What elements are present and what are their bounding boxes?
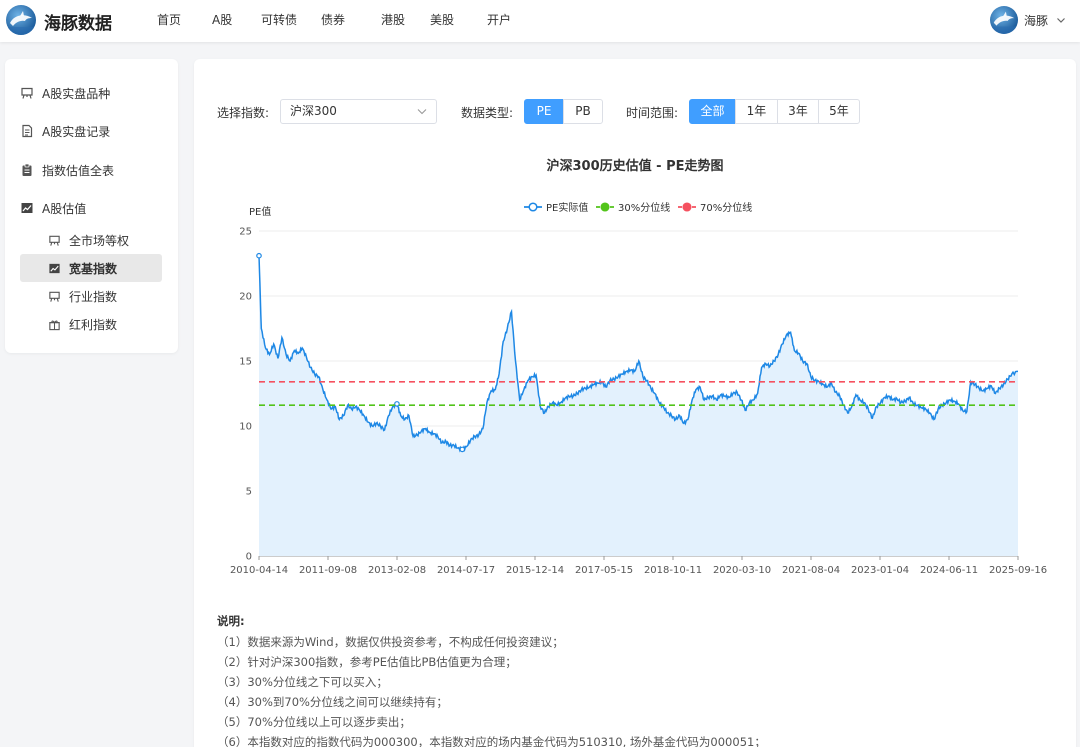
chart-legend: PE实际值 30%分位线 70%分位线 [524, 201, 752, 214]
time-range-button-3[interactable]: 3年 [777, 99, 819, 124]
pe-trend-chart: 沪深300历史估值 - PE走势图 PE实际值 30%分位线 70%分位线 PE值 0 5 1… [230, 158, 1047, 576]
data-type-label: 数据类型: [461, 106, 514, 120]
data-type-toggle: PE PB [524, 99, 603, 124]
sidebar-item-3[interactable]: 指数估值全表 [20, 155, 170, 185]
note-line: （6）本指数对应的指数代码为000300，本指数对应的场内基金代码为510310… [217, 735, 766, 747]
sidebar-item-label: A股估值 [42, 201, 87, 216]
note-line: （5）70%分位线以上可以逐步卖出； [217, 715, 411, 729]
index-select[interactable]: 沪深300 [280, 99, 437, 124]
x-tick-label: 2014-07-17 [437, 565, 495, 576]
easel-icon [21, 87, 33, 99]
time-range-toggle: 全部 1年 3年 5年 [689, 99, 860, 124]
note-line: （3）30%分位线之下可以买入； [217, 675, 388, 689]
top-bar: 海豚数据 首页 A股 可转债 债券 港股 美股 开户 海豚 [0, 0, 1080, 42]
data-type-button-1[interactable]: PE [524, 99, 564, 124]
sidebar-item-2[interactable]: A股实盘记录 [20, 116, 170, 146]
sidebar-item-label: A股实盘记录 [42, 124, 111, 139]
main-panel: 选择指数: 沪深300 数据类型: PE PB 时间范围: 全部 1年 3年 5年 沪深… [194, 59, 1076, 747]
x-tick-label: 2021-08-04 [782, 565, 840, 576]
chevron-down-icon [417, 109, 427, 115]
note-line: （2）针对沪深300指数，参考PE估值比PB估值更为合理； [217, 655, 517, 669]
x-tick-label: 2020-03-10 [713, 565, 771, 576]
legend-label: 30%分位线 [618, 201, 670, 214]
document-icon [22, 124, 33, 138]
sidebar-subitem-3[interactable]: 行业指数 [20, 282, 162, 310]
sidebar-item-label: A股实盘品种 [42, 86, 111, 101]
x-tick-label: 2017-05-15 [575, 565, 633, 576]
sidebar-subitem-label: 全市场等权 [69, 233, 130, 248]
easel-icon [49, 291, 60, 302]
dolphin-logo-icon[interactable] [6, 5, 36, 35]
sidebar-subitem-1[interactable]: 全市场等权 [20, 226, 162, 254]
x-tick-label: 2015-12-14 [506, 565, 564, 576]
line-chart-icon [21, 203, 33, 213]
pe-data-point[interactable] [256, 252, 262, 259]
note-line: （1）数据来源为Wind，数据仅供投资参考，不构成任何投资建议； [217, 635, 564, 649]
x-tick-label: 2011-09-08 [299, 565, 357, 576]
y-tick-label: 0 [246, 552, 252, 563]
y-tick-label: 15 [239, 357, 252, 368]
time-range-button-2[interactable]: 1年 [735, 99, 778, 124]
sidebar: A股实盘品种 A股实盘记录 指数估值全表 A股估值全市场等权宽基指数行业指数红利指数 [5, 59, 178, 353]
sidebar-subitem-label: 红利指数 [69, 317, 118, 332]
sidebar-subitem-label: 行业指数 [69, 289, 118, 304]
user-name[interactable]: 海豚 [1024, 12, 1048, 29]
y-axis-label: PE值 [249, 205, 271, 218]
time-range-button-1[interactable]: 全部 [689, 99, 736, 124]
y-tick-label: 10 [239, 422, 252, 433]
pe-data-point[interactable] [459, 446, 466, 453]
legend-70-percentile[interactable]: 70%分位线 [678, 201, 752, 214]
legend-30-percentile[interactable]: 30%分位线 [596, 201, 670, 214]
line-chart-icon [49, 263, 60, 273]
sidebar-item-1[interactable]: A股实盘品种 [20, 78, 170, 108]
note-line: （4）30%到70%分位线之间可以继续持有； [217, 695, 448, 709]
gift-icon [49, 320, 60, 330]
time-range-button-4[interactable]: 5年 [818, 99, 860, 124]
legend-pe-actual[interactable]: PE实际值 [524, 201, 588, 214]
main-nav: 首页 A股 可转债 债券 港股 美股 开户 [157, 0, 527, 42]
clipboard-icon [22, 163, 32, 176]
x-tick-label: 2018-10-11 [644, 565, 702, 576]
x-tick-label: 2013-02-08 [368, 565, 426, 576]
nav-a-share[interactable]: A股 [212, 0, 261, 42]
nav-bond[interactable]: 债券 [321, 0, 381, 42]
sidebar-item-4[interactable]: A股估值 [20, 193, 170, 223]
chart-title: 沪深300历史估值 - PE走势图 [547, 158, 724, 174]
easel-icon [49, 235, 60, 246]
sidebar-item-label: 指数估值全表 [42, 163, 115, 178]
sidebar-subitem-2[interactable]: 宽基指数 [20, 254, 162, 282]
nav-open-account[interactable]: 开户 [487, 0, 527, 42]
y-tick-label: 5 [246, 487, 252, 498]
notes-section: 说明: （1）数据来源为Wind，数据仅供投资参考，不构成任何投资建议； （2）针… [217, 611, 766, 747]
index-select-label: 选择指数: [217, 106, 270, 120]
x-tick-label: 2024-06-11 [920, 565, 978, 576]
pe-data-point[interactable] [394, 401, 400, 407]
x-tick-label: 2010-04-14 [230, 565, 288, 576]
legend-label: PE实际值 [546, 201, 588, 214]
notes-title: 说明: [217, 614, 245, 628]
sidebar-subitem-label: 宽基指数 [69, 261, 118, 276]
legend-label: 70%分位线 [700, 201, 752, 214]
nav-home[interactable]: 首页 [157, 0, 212, 42]
chevron-down-icon[interactable] [1056, 15, 1066, 25]
user-menu[interactable]: 海豚 [989, 5, 1066, 35]
x-tick-label: 2023-01-04 [851, 565, 909, 576]
y-tick-label: 20 [239, 292, 252, 303]
data-type-button-2[interactable]: PB [563, 99, 603, 124]
nav-hk-stock[interactable]: 港股 [381, 0, 430, 42]
y-tick-label: 25 [239, 227, 252, 238]
nav-us-stock[interactable]: 美股 [430, 0, 487, 42]
x-tick-label: 2025-09-16 [989, 565, 1047, 576]
sidebar-subitem-4[interactable]: 红利指数 [20, 310, 162, 338]
nav-convertible-bond[interactable]: 可转债 [261, 0, 321, 42]
user-avatar-icon[interactable] [989, 6, 1018, 34]
time-range-label: 时间范围: [626, 106, 679, 120]
index-select-value: 沪深300 [290, 104, 337, 118]
brand-title[interactable]: 海豚数据 [44, 9, 112, 34]
